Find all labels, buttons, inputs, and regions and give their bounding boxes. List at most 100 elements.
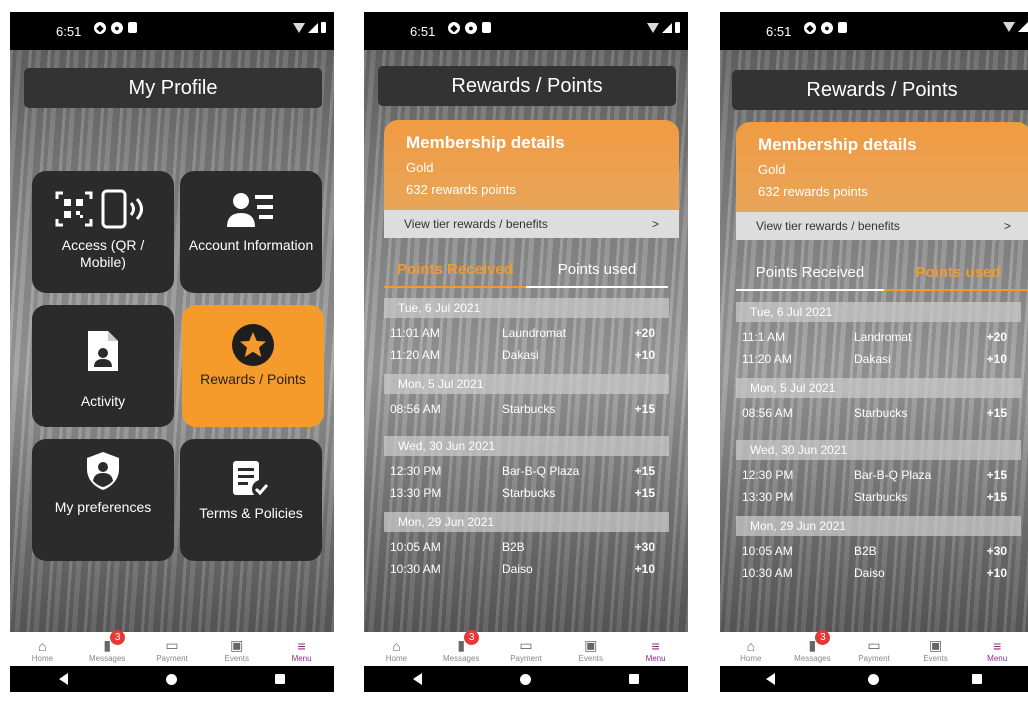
nav-payment[interactable]: ▭ Payment	[144, 636, 200, 663]
recents-icon[interactable]	[629, 674, 639, 684]
nav-events[interactable]: ▣ Events	[563, 636, 619, 663]
home-icon: ⌂	[392, 637, 401, 654]
transaction-points: +10	[634, 348, 655, 362]
nav-messages[interactable]: ▮ 3 Messages	[79, 629, 135, 663]
transaction-time: 11:1 AM	[742, 330, 786, 344]
nav-payment[interactable]: ▭ Payment	[846, 636, 902, 663]
bottom-nav: ⌂ Home ▮ 3 Messages ▭ Payment ▣ Events ≡ Menu	[364, 629, 688, 666]
qr-mobile-icon	[55, 189, 143, 229]
status-time: 6:51	[766, 24, 792, 39]
app-notification-icon: ◆	[448, 22, 460, 34]
transaction-points: +20	[634, 326, 655, 340]
transaction-time: 12:30 PM	[742, 468, 794, 482]
signal-icon	[662, 22, 672, 33]
nav-home[interactable]: ⌂ Home	[723, 636, 779, 663]
terms-policies-label: Terms & Policies	[199, 505, 303, 521]
recents-icon[interactable]	[275, 674, 285, 684]
back-icon[interactable]	[766, 673, 776, 685]
nav-events[interactable]: ▣ Events	[908, 636, 964, 663]
date-header: Wed, 30 Jun 2021	[736, 440, 1021, 460]
profile-screen: My Profile Access (QR / Mobile) Account …	[10, 50, 334, 632]
terms-policies-tile[interactable]: Terms & Policies	[180, 439, 322, 561]
transaction-points: +10	[986, 566, 1007, 580]
transaction-row: 13:30 PM Starbucks +15	[384, 484, 669, 502]
nav-menu[interactable]: ≡ Menu	[274, 636, 330, 663]
document-user-icon	[88, 331, 118, 371]
nav-messages[interactable]: ▮ 3 Messages	[784, 629, 840, 663]
page-title: My Profile	[24, 68, 322, 108]
membership-title: Membership details	[406, 133, 565, 152]
payment-icon: ▭	[519, 636, 533, 653]
account-information-label: Account Information	[188, 237, 314, 253]
transaction-merchant: Dakasi	[854, 352, 891, 366]
transaction-merchant: Bar-B-Q Plaza	[854, 468, 932, 482]
menu-icon: ≡	[651, 637, 660, 654]
home-circle-icon[interactable]	[867, 673, 879, 685]
payment-icon: ▭	[867, 636, 881, 653]
account-card-icon	[227, 193, 273, 227]
transaction-row: 12:30 PM Bar-B-Q Plaza +15	[736, 466, 1021, 484]
transaction-row: 13:30 PM Starbucks +15	[736, 488, 1021, 506]
transaction-merchant: B2B	[854, 544, 877, 558]
rewards-points-tile[interactable]: Rewards / Points	[182, 305, 324, 427]
status-bar: 6:51 ◆ ●	[720, 12, 1028, 50]
transaction-merchant: Daiso	[502, 562, 533, 576]
transaction-row: 11:01 AM Laundromat +20	[384, 324, 669, 342]
home-circle-icon[interactable]	[166, 673, 177, 685]
sim-icon	[838, 22, 847, 33]
status-bar: 6:51 ◆ ●	[364, 12, 688, 50]
nav-menu[interactable]: ≡ Menu	[628, 636, 684, 663]
my-preferences-tile[interactable]: My preferences	[32, 439, 174, 561]
nav-events[interactable]: ▣ Events	[209, 636, 265, 663]
status-time: 6:51	[410, 24, 436, 39]
calendar-icon: ▣	[584, 636, 598, 653]
wifi-icon	[293, 22, 305, 33]
tier-benefits-link[interactable]: View tier rewards / benefits >	[736, 212, 1028, 240]
signal-icon	[308, 22, 318, 33]
back-icon[interactable]	[413, 673, 422, 685]
transaction-row: 08:56 AM Starbucks +15	[384, 400, 669, 418]
nav-payment[interactable]: ▭ Payment	[498, 636, 554, 663]
tab-points-received[interactable]: Points Received	[736, 258, 884, 291]
home-circle-icon[interactable]	[520, 673, 531, 685]
activity-tile[interactable]: Activity	[32, 305, 174, 427]
calendar-icon: ▣	[928, 636, 943, 653]
transaction-time: 08:56 AM	[390, 402, 441, 416]
transaction-row: 11:20 AM Dakasi +10	[736, 350, 1021, 368]
transaction-points: +15	[634, 486, 655, 500]
messages-badge: 3	[815, 629, 831, 645]
message-icon: ▮	[808, 636, 817, 653]
chevron-right-icon: >	[651, 217, 659, 231]
transaction-merchant: Daiso	[854, 566, 885, 580]
access-label: Access (QR / Mobile)	[61, 237, 145, 270]
nav-home[interactable]: ⌂ Home	[14, 636, 70, 663]
membership-title: Membership details	[758, 135, 917, 154]
my-preferences-label: My preferences	[54, 499, 152, 515]
membership-card: Membership details Gold 632 rewards poin…	[384, 120, 679, 210]
transaction-time: 10:05 AM	[390, 540, 441, 554]
access-tile[interactable]: Access (QR / Mobile)	[32, 171, 174, 293]
transaction-row: 11:20 AM Dakasi +10	[384, 346, 669, 364]
membership-tier: Gold	[406, 160, 434, 175]
sim-icon	[482, 22, 491, 33]
account-information-tile[interactable]: Account Information	[180, 171, 322, 293]
tab-points-received[interactable]: Points Received	[384, 255, 526, 288]
date-header: Mon, 5 Jul 2021	[736, 378, 1021, 398]
tab-points-used[interactable]: Points used	[526, 255, 668, 288]
nav-home[interactable]: ⌂ Home	[368, 636, 424, 663]
nav-messages[interactable]: ▮ 3 Messages	[433, 629, 489, 663]
points-tabs: Points Received Points used	[736, 258, 1028, 292]
wifi-icon	[1003, 22, 1015, 32]
rewards-screen: Rewards / Points Membership details Gold…	[364, 50, 688, 632]
transaction-merchant: B2B	[502, 540, 525, 554]
document-check-icon	[233, 461, 270, 498]
back-icon[interactable]	[59, 673, 68, 685]
tab-points-used[interactable]: Points used	[884, 258, 1028, 291]
system-nav-bar	[720, 666, 1028, 692]
transaction-points: +20	[986, 330, 1007, 344]
nav-menu[interactable]: ≡ Menu	[969, 636, 1025, 663]
transaction-time: 11:20 AM	[742, 352, 792, 366]
transaction-time: 13:30 PM	[390, 486, 442, 500]
tier-benefits-link[interactable]: View tier rewards / benefits >	[384, 210, 679, 238]
recents-icon[interactable]	[971, 674, 982, 684]
